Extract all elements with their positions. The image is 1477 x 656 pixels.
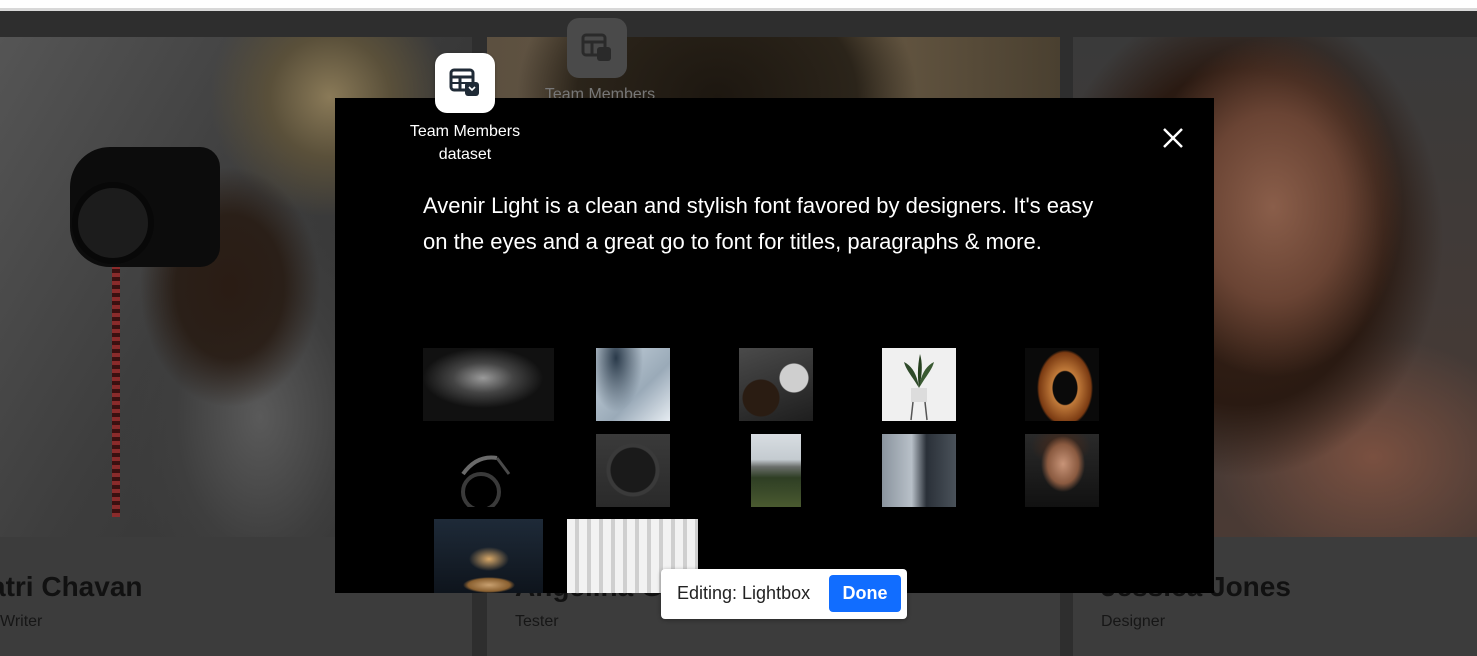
gallery-image[interactable] [423, 434, 554, 507]
team-member-role: Writer [0, 613, 43, 630]
dataset-ghost-label: Team Members [544, 86, 656, 98]
dataset-label-line1: Team Members [409, 123, 521, 140]
lightbox[interactable]: Avenir Light is a clean and stylish font… [335, 98, 1214, 593]
gallery-image[interactable] [596, 434, 670, 507]
dataset-label-line2: dataset [438, 146, 492, 163]
editing-bar: Editing: Lightbox Done [661, 569, 907, 619]
camera-lens [72, 182, 154, 264]
camera-strap [112, 267, 120, 517]
team-member-role: Designer [1101, 613, 1166, 630]
close-icon[interactable] [1159, 124, 1187, 152]
editing-label: Editing: Lightbox [677, 583, 811, 603]
dataset-table-icon[interactable] [435, 53, 495, 113]
gallery-image[interactable] [596, 348, 670, 421]
lightbox-text[interactable]: Avenir Light is a clean and stylish font… [423, 188, 1123, 260]
gallery-image[interactable] [1025, 434, 1099, 507]
gallery-image[interactable] [882, 434, 956, 507]
done-button[interactable]: Done [829, 575, 901, 612]
gallery-image[interactable] [434, 519, 543, 593]
gallery-image[interactable] [739, 348, 813, 421]
gallery-image[interactable] [751, 434, 801, 507]
dataset-label: Team Members dataset [395, 120, 535, 166]
gallery-image[interactable] [423, 348, 554, 421]
team-member-name: atri Chavan [0, 571, 143, 602]
team-member-role: Tester [515, 613, 559, 630]
gallery-image[interactable] [882, 348, 956, 421]
dataset-ghost-icon [567, 18, 627, 78]
gallery-image[interactable] [1025, 348, 1099, 421]
top-bar [0, 0, 1477, 8]
